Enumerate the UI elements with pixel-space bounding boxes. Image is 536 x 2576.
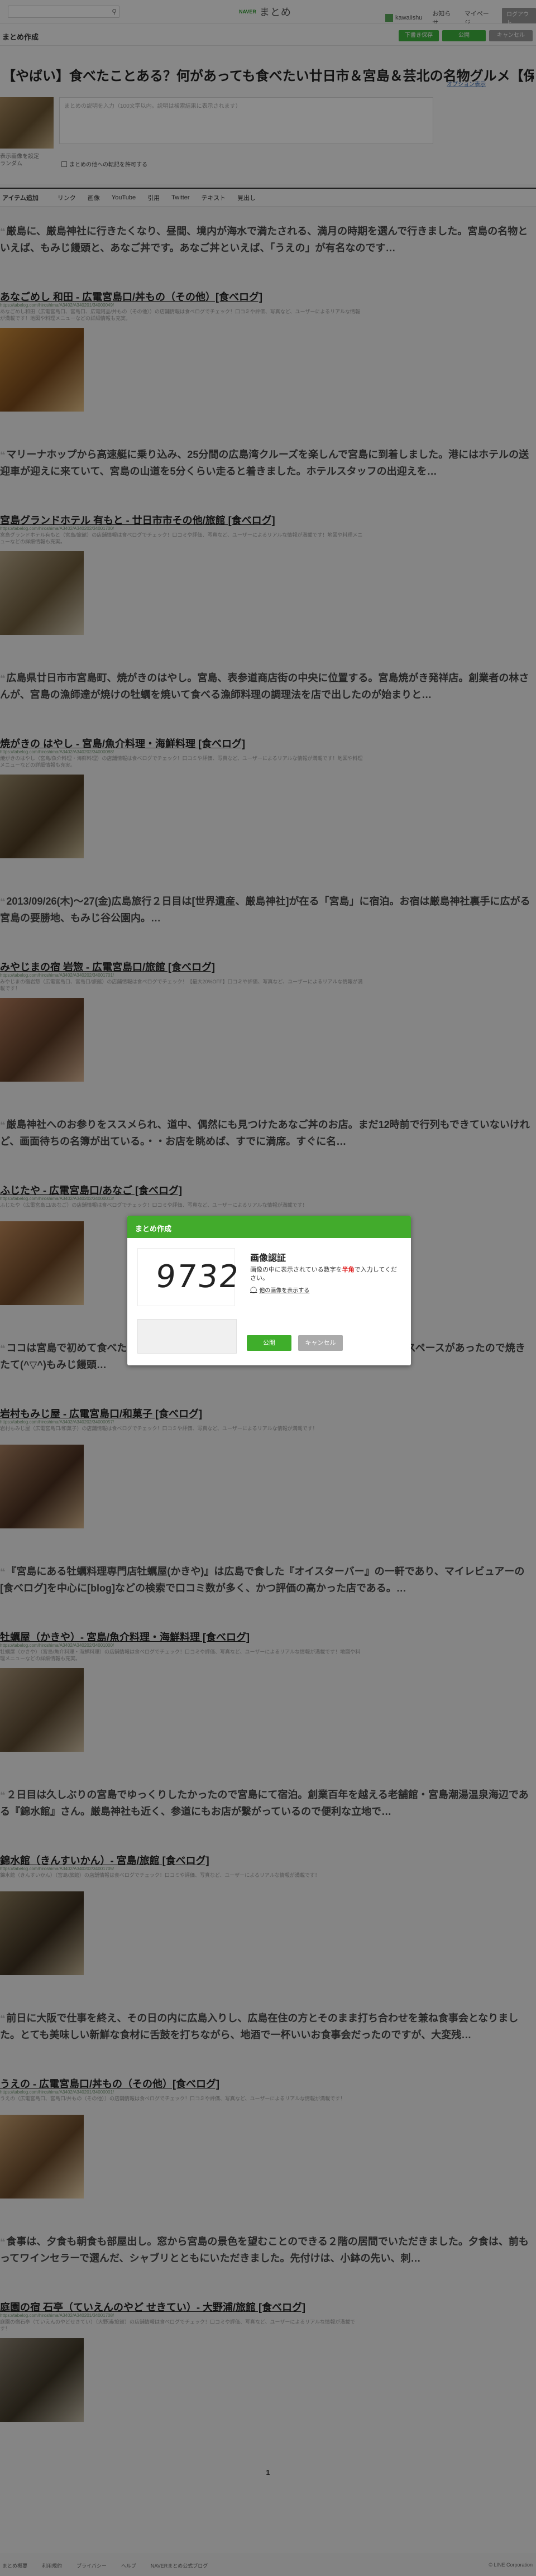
- refresh-label: 他の画像を表示する: [259, 1288, 310, 1294]
- captcha-image: 9732: [137, 1248, 242, 1306]
- dialog-instructions: 画像の中に表示されている数字を半角で入力してください。: [250, 1266, 401, 1283]
- refresh-captcha-link[interactable]: ◯ 他の画像を表示する: [250, 1285, 309, 1294]
- instruction-text: 画像の中に表示されている数字を: [250, 1267, 342, 1273]
- dialog-cancel-button[interactable]: キャンセル: [298, 1335, 343, 1351]
- captcha-dialog: まとめ作成 9732 画像認証 画像の中に表示されている数字を半角で入力してくだ…: [127, 1216, 411, 1365]
- refresh-icon: ◯: [250, 1287, 257, 1293]
- dialog-header: まとめ作成: [127, 1216, 411, 1238]
- captcha-answer-input[interactable]: [137, 1319, 237, 1354]
- instruction-emphasis: 半角: [342, 1267, 355, 1273]
- dialog-title: 画像認証: [250, 1254, 286, 1263]
- dialog-publish-button[interactable]: 公開: [247, 1335, 291, 1351]
- captcha-digits: 9732: [154, 1259, 242, 1295]
